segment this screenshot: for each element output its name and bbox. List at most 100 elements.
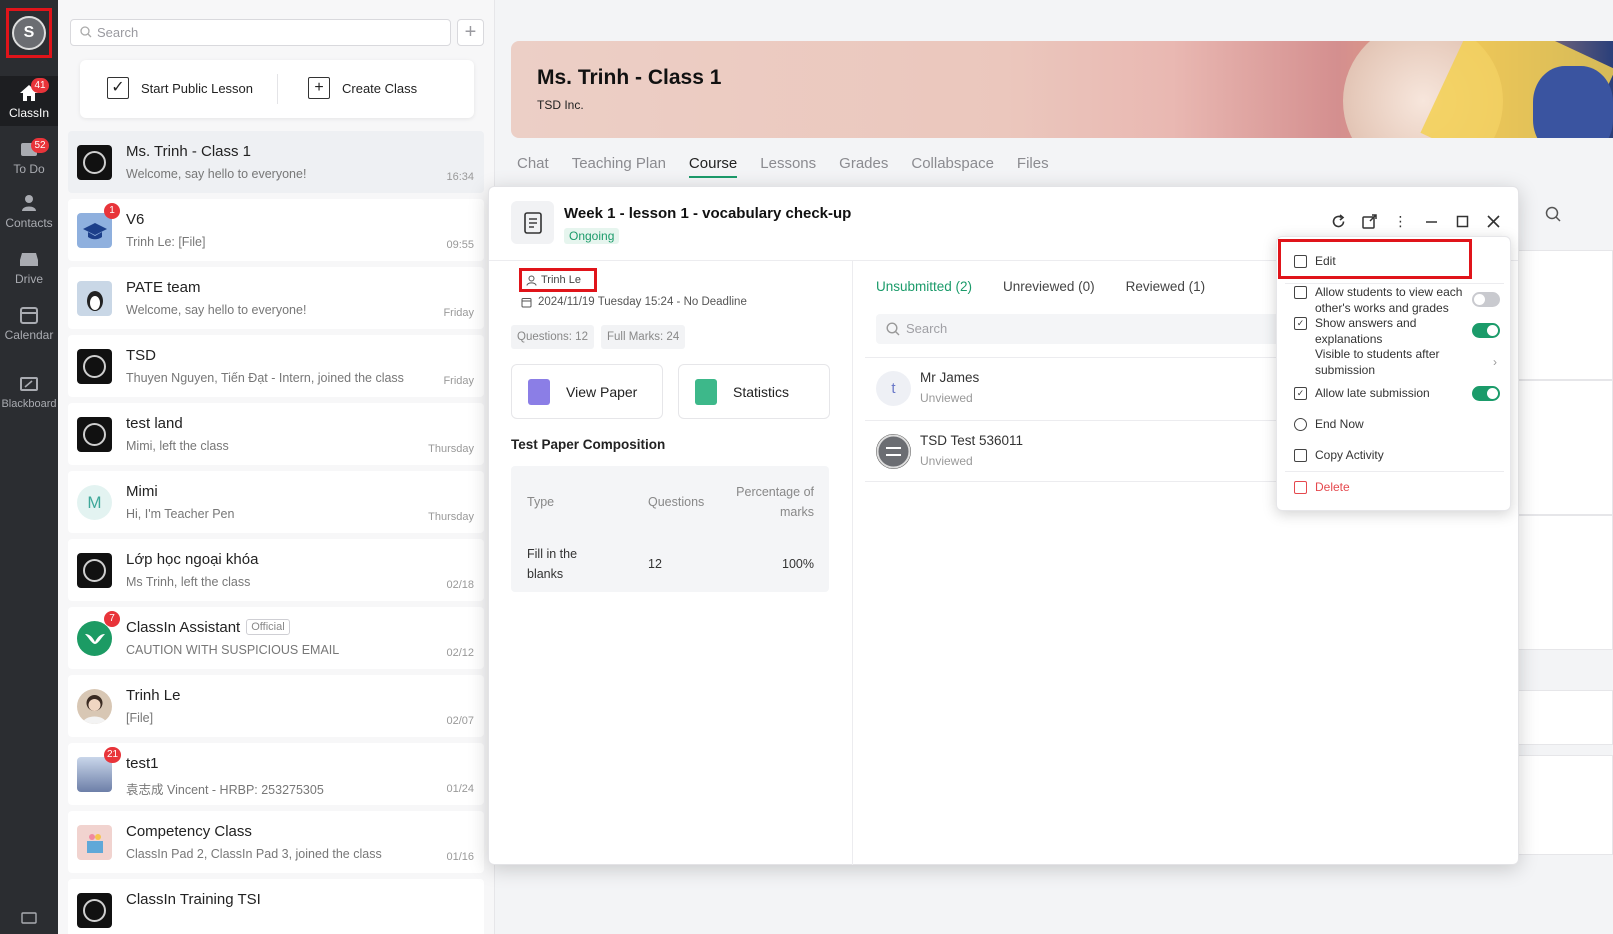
chat-item[interactable]: 1 V6 Trinh Le: [File] 09:55 bbox=[68, 199, 484, 261]
student-search-input[interactable]: Search bbox=[876, 314, 1296, 344]
tab-lessons[interactable]: Lessons bbox=[760, 155, 816, 178]
tab-reviewed[interactable]: Reviewed (1) bbox=[1126, 279, 1206, 294]
chat-time: 01/16 bbox=[446, 851, 474, 863]
add-button[interactable]: + bbox=[457, 19, 484, 46]
checkbox-icon: ✓ bbox=[1294, 387, 1307, 400]
rail-item-blackboard[interactable]: Blackboard bbox=[0, 376, 58, 420]
student-row[interactable]: TSD Test 536011 Unviewed bbox=[865, 420, 1285, 482]
allow-view-toggle[interactable] bbox=[1472, 292, 1500, 307]
rail-label-classin: ClassIn bbox=[8, 106, 49, 120]
full-marks-chip: Full Marks: 24 bbox=[601, 325, 686, 349]
banner-decoration bbox=[1533, 66, 1613, 138]
rail-item-drive[interactable]: Drive bbox=[0, 250, 58, 294]
menu-item-edit[interactable]: Edit bbox=[1294, 254, 1336, 270]
chat-time: Thursday bbox=[428, 511, 474, 523]
tab-unreviewed[interactable]: Unreviewed (0) bbox=[1003, 279, 1095, 294]
tab-grades[interactable]: Grades bbox=[839, 155, 888, 178]
start-public-lesson-button[interactable]: ✓ Start Public Lesson bbox=[107, 77, 253, 99]
chat-preview: Ms Trinh, left the class bbox=[126, 575, 251, 589]
menu-item-allow-late: ✓ Allow late submission bbox=[1294, 386, 1430, 402]
assistant-avatar bbox=[77, 621, 112, 656]
chat-item[interactable]: Lớp học ngoại khóa Ms Trinh, left the cl… bbox=[68, 539, 484, 601]
chat-time: Friday bbox=[443, 375, 474, 387]
allow-late-toggle[interactable] bbox=[1472, 386, 1500, 401]
user-avatar: M bbox=[77, 485, 112, 520]
close-icon[interactable] bbox=[1485, 213, 1502, 230]
table-cell: 12 bbox=[648, 557, 662, 571]
chat-item[interactable]: TSD Thuyen Nguyen, Tiến Đạt - Intern, jo… bbox=[68, 335, 484, 397]
chat-item[interactable]: test land Mimi, left the class Thursday bbox=[68, 403, 484, 465]
classin-logo-icon bbox=[876, 434, 911, 469]
chat-title: Lớp học ngoại khóa bbox=[126, 551, 259, 568]
divider bbox=[1285, 471, 1504, 472]
person-icon bbox=[526, 275, 537, 286]
tab-teaching-plan[interactable]: Teaching Plan bbox=[572, 155, 666, 178]
background-card bbox=[1515, 250, 1613, 380]
create-class-button[interactable]: + Create Class bbox=[308, 77, 417, 99]
rail-item-calendar[interactable]: Calendar bbox=[0, 306, 58, 350]
menu-item-show-answers: ✓ Show answers and explanations bbox=[1294, 316, 1464, 347]
minimize-icon[interactable] bbox=[1423, 213, 1440, 230]
composition-title: Test Paper Composition bbox=[511, 437, 666, 452]
profile-avatar-button[interactable]: S bbox=[6, 8, 52, 58]
class-avatar bbox=[77, 145, 112, 180]
menu-item-visible-after[interactable]: Visible to students after submission bbox=[1294, 347, 1464, 378]
plus-square-icon: + bbox=[308, 77, 330, 99]
student-row[interactable]: t Mr James Unviewed bbox=[865, 357, 1285, 419]
chat-item[interactable]: 21 test1 袁志成 Vincent - HRBP: 253275305 0… bbox=[68, 743, 484, 805]
chat-preview: Welcome, say hello to everyone! bbox=[126, 167, 307, 181]
rail-item-classin[interactable]: ClassIn 41 bbox=[0, 76, 58, 126]
show-answers-toggle[interactable] bbox=[1472, 323, 1500, 338]
table-header: Questions bbox=[648, 495, 705, 509]
statistics-button[interactable]: Statistics bbox=[678, 364, 830, 419]
tab-chat[interactable]: Chat bbox=[517, 155, 549, 178]
chat-item[interactable]: Competency Class ClassIn Pad 2, ClassIn … bbox=[68, 811, 484, 873]
chat-preview: Thuyen Nguyen, Tiến Đạt - Intern, joined… bbox=[126, 371, 404, 385]
search-icon[interactable] bbox=[1545, 206, 1561, 222]
class-avatar bbox=[77, 213, 112, 248]
menu-label-delete: Delete bbox=[1315, 480, 1350, 494]
classin-logo-icon: S bbox=[12, 16, 46, 50]
maximize-icon[interactable] bbox=[1454, 213, 1471, 230]
menu-item-end-now[interactable]: End Now bbox=[1294, 417, 1364, 433]
tab-collabspace[interactable]: Collabspace bbox=[911, 155, 994, 178]
more-vertical-icon[interactable]: ⋮ bbox=[1392, 213, 1409, 230]
class-tabs: Chat Teaching Plan Course Lessons Grades… bbox=[517, 155, 1072, 178]
search-icon bbox=[886, 322, 900, 336]
chat-item[interactable]: ClassIn Training TSI bbox=[68, 879, 484, 934]
menu-label-allow-late: Allow late submission bbox=[1315, 386, 1430, 400]
rail-label-drive: Drive bbox=[14, 272, 43, 286]
chat-item[interactable]: Trinh Le [File] 02/07 bbox=[68, 675, 484, 737]
chat-item[interactable]: PATE team Welcome, say hello to everyone… bbox=[68, 267, 484, 329]
share-icon[interactable] bbox=[1361, 213, 1378, 230]
menu-item-delete[interactable]: Delete bbox=[1294, 480, 1350, 496]
rail-label-contacts: Contacts bbox=[5, 216, 53, 230]
start-public-lesson-label: Start Public Lesson bbox=[141, 80, 254, 96]
chat-item[interactable]: M Mimi Hi, I'm Teacher Pen Thursday bbox=[68, 471, 484, 533]
menu-item-copy-activity[interactable]: Copy Activity bbox=[1294, 448, 1384, 464]
chat-item[interactable]: 7 ClassIn Assistant Official CAUTION WITH… bbox=[68, 607, 484, 669]
tab-course[interactable]: Course bbox=[688, 155, 738, 178]
chat-title: Ms. Trinh - Class 1 bbox=[126, 143, 252, 160]
rail-item-contacts[interactable]: Contacts bbox=[0, 194, 58, 238]
search-input[interactable]: Search bbox=[70, 19, 451, 46]
checkbox-icon: ✓ bbox=[107, 77, 129, 99]
menu-label-copy-activity: Copy Activity bbox=[1315, 448, 1384, 462]
rail-item-todo[interactable]: To Do 52 bbox=[0, 136, 58, 180]
divider bbox=[277, 74, 278, 104]
activity-more-menu: Edit Allow students to view each other's… bbox=[1276, 236, 1511, 511]
class-title: Ms. Trinh - Class 1 bbox=[537, 66, 722, 89]
create-class-label: Create Class bbox=[342, 80, 418, 96]
chat-item[interactable]: Ms. Trinh - Class 1 Welcome, say hello t… bbox=[68, 131, 484, 193]
feedback-icon[interactable] bbox=[21, 912, 37, 926]
unread-badge: 1 bbox=[104, 203, 120, 219]
graduation-cap-icon bbox=[82, 222, 107, 239]
tab-unsubmitted[interactable]: Unsubmitted (2) bbox=[876, 279, 972, 294]
student-status: Unviewed bbox=[920, 391, 973, 405]
student-avatar bbox=[876, 434, 911, 469]
chat-time: Friday bbox=[443, 307, 474, 319]
refresh-icon[interactable] bbox=[1330, 213, 1347, 230]
tab-files[interactable]: Files bbox=[1017, 155, 1049, 178]
view-paper-button[interactable]: View Paper bbox=[511, 364, 663, 419]
official-tag: Official bbox=[246, 619, 290, 635]
